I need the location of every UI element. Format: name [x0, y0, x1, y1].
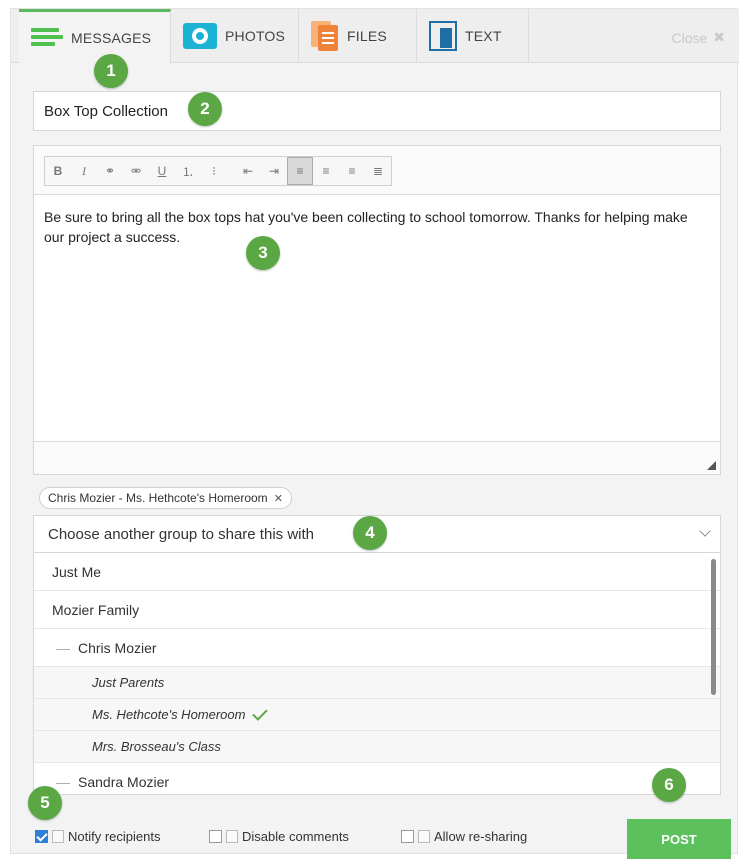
- subject-input[interactable]: Box Top Collection: [33, 91, 721, 131]
- option-label: Chris Mozier: [78, 639, 157, 656]
- messages-lines-icon: [31, 26, 63, 50]
- callout-badge-4: 4: [353, 516, 387, 550]
- option-label: Sandra Mozier: [78, 773, 170, 790]
- option-label: Mozier Family: [52, 601, 140, 618]
- recipient-chip-label: Chris Mozier - Ms. Hethcote's Homeroom: [48, 491, 268, 505]
- tab-messages-label: MESSAGES: [71, 30, 152, 46]
- callout-badge-1: 1: [94, 54, 128, 88]
- option-just-me[interactable]: Just Me: [34, 553, 720, 591]
- message-body[interactable]: Be sure to bring all the box tops hat yo…: [34, 194, 720, 442]
- callout-badge-2: 2: [188, 92, 222, 126]
- italic-button[interactable]: I: [71, 157, 97, 185]
- tab-messages[interactable]: MESSAGES: [19, 9, 171, 64]
- align-left-icon[interactable]: ≡: [287, 157, 313, 185]
- chevron-down-icon: [699, 525, 711, 537]
- disable-comments-label: Disable comments: [242, 829, 349, 844]
- post-button[interactable]: POST: [627, 819, 731, 859]
- compose-panel: MESSAGES PHOTOS FILES TEXT Close ✖ Box T…: [10, 8, 739, 859]
- outdent-icon[interactable]: ⇤: [235, 157, 261, 185]
- option-ms-hethcotes-homeroom[interactable]: Ms. Hethcote's Homeroom: [34, 699, 720, 731]
- camera-icon: [183, 23, 217, 49]
- close-button[interactable]: Close ✖: [671, 29, 725, 46]
- tab-files-label: FILES: [347, 28, 387, 44]
- underline-button[interactable]: U: [149, 157, 175, 185]
- tab-photos-label: PHOTOS: [225, 28, 286, 44]
- indent-icon[interactable]: ⇥: [261, 157, 287, 185]
- tab-bar: MESSAGES PHOTOS FILES TEXT Close ✖: [11, 9, 739, 64]
- files-icon: [311, 21, 339, 51]
- notify-checkbox[interactable]: [35, 830, 48, 843]
- notify-icon: [52, 830, 64, 843]
- notify-label: Notify recipients: [68, 829, 161, 844]
- callout-badge-5: 5: [28, 786, 62, 820]
- unordered-list-icon[interactable]: ⁝: [201, 157, 227, 185]
- unlink-icon[interactable]: ⚮: [123, 157, 149, 185]
- align-right-icon[interactable]: ≡: [339, 157, 365, 185]
- callout-badge-3: 3: [246, 236, 280, 270]
- tree-dash: —: [56, 773, 70, 790]
- group-options-list: Just Me Mozier Family — Chris Mozier Jus…: [33, 553, 721, 795]
- toolbar-divider: [227, 157, 235, 185]
- option-mrs-brosseaus-class[interactable]: Mrs. Brosseau's Class: [34, 731, 720, 763]
- notify-recipients-toggle[interactable]: Notify recipients: [35, 829, 160, 844]
- option-sandra-mozier[interactable]: — Sandra Mozier: [34, 763, 720, 794]
- tab-text-label: TEXT: [465, 28, 502, 44]
- disable-comments-checkbox[interactable]: [209, 830, 222, 843]
- resize-handle-icon[interactable]: [707, 461, 716, 470]
- allow-resharing-checkbox[interactable]: [401, 830, 414, 843]
- options-scrollbar[interactable]: [711, 559, 716, 695]
- share-icon: [418, 830, 430, 843]
- text-doc-icon: [429, 21, 457, 51]
- option-mozier-family[interactable]: Mozier Family: [34, 591, 720, 629]
- disable-comments-toggle[interactable]: Disable comments: [209, 829, 349, 844]
- tab-photos[interactable]: PHOTOS: [171, 9, 299, 63]
- allow-resharing-label: Allow re-sharing: [434, 829, 528, 844]
- link-icon[interactable]: ⚭: [97, 157, 123, 185]
- bold-button[interactable]: B: [45, 157, 71, 185]
- align-center-icon[interactable]: ≡: [313, 157, 339, 185]
- footer-bar: Notify recipients Disable comments Allow…: [33, 819, 731, 859]
- callout-badge-6: 6: [652, 768, 686, 802]
- tree-dash: —: [56, 639, 70, 656]
- comment-icon: [226, 830, 238, 843]
- tab-text[interactable]: TEXT: [417, 9, 529, 63]
- option-label: Just Parents: [92, 675, 165, 690]
- group-select-placeholder: Choose another group to share this with: [48, 526, 314, 543]
- option-chris-mozier[interactable]: — Chris Mozier: [34, 629, 720, 667]
- close-icon: ✖: [713, 29, 725, 45]
- recipient-chip: Chris Mozier - Ms. Hethcote's Homeroom ✕: [39, 487, 292, 509]
- allow-resharing-toggle[interactable]: Allow re-sharing: [401, 829, 527, 844]
- remove-recipient-icon[interactable]: ✕: [274, 492, 283, 505]
- message-editor: B I ⚭ ⚮ U ⒈ ⁝ ⇤ ⇥ ≡ ≡ ≡ ≣ Be sure to bri…: [33, 145, 721, 475]
- option-just-parents[interactable]: Just Parents: [34, 667, 720, 699]
- formatting-toolbar: B I ⚭ ⚮ U ⒈ ⁝ ⇤ ⇥ ≡ ≡ ≡ ≣: [44, 156, 392, 186]
- justify-icon[interactable]: ≣: [365, 157, 391, 185]
- checkmark-icon: [252, 704, 269, 721]
- ordered-list-icon[interactable]: ⒈: [175, 157, 201, 185]
- tab-files[interactable]: FILES: [299, 9, 417, 63]
- option-label: Mrs. Brosseau's Class: [92, 739, 221, 754]
- close-label: Close: [671, 29, 708, 46]
- option-label: Just Me: [52, 563, 102, 580]
- option-label: Ms. Hethcote's Homeroom: [92, 707, 246, 722]
